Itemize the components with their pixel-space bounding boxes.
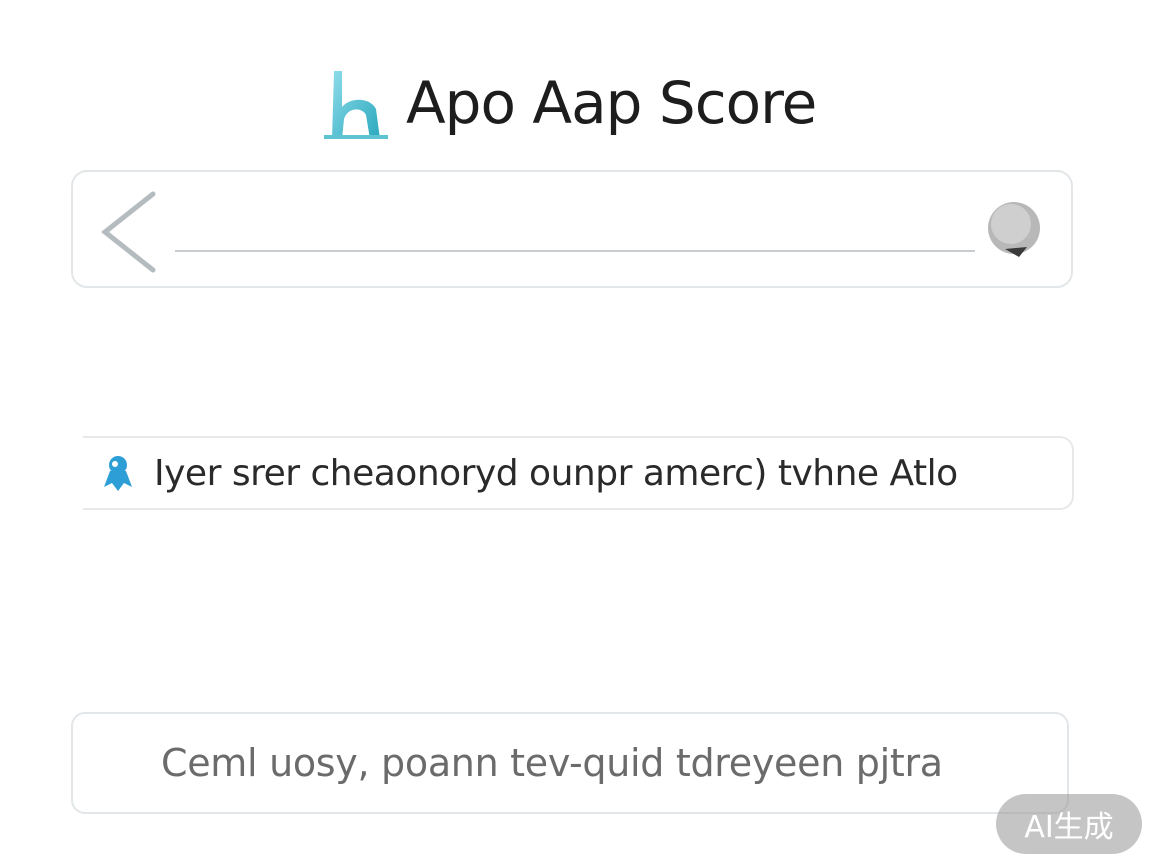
app-title: Apo Aap Score — [406, 69, 817, 137]
ai-generated-badge: AI生成 — [996, 794, 1142, 854]
app-header: Apo Aap Score — [320, 58, 817, 148]
bottom-card-text: Ceml uosy, poann tev-quid tdreyeen pjtra — [161, 741, 943, 785]
blue-figure-icon — [104, 456, 132, 491]
top-bar-card — [71, 170, 1073, 288]
slider-track[interactable] — [175, 250, 975, 252]
chevron-left-icon[interactable] — [97, 190, 161, 274]
app-logo-icon — [324, 71, 388, 139]
slider-knob-icon[interactable] — [983, 197, 1045, 259]
bottom-card[interactable]: Ceml uosy, poann tev-quid tdreyeen pjtra — [71, 712, 1069, 814]
notice-row[interactable]: Iyer srer cheaonoryd ounpr amerc) tvhne … — [82, 436, 1074, 510]
notice-text: Iyer srer cheaonoryd ounpr amerc) tvhne … — [154, 452, 958, 494]
